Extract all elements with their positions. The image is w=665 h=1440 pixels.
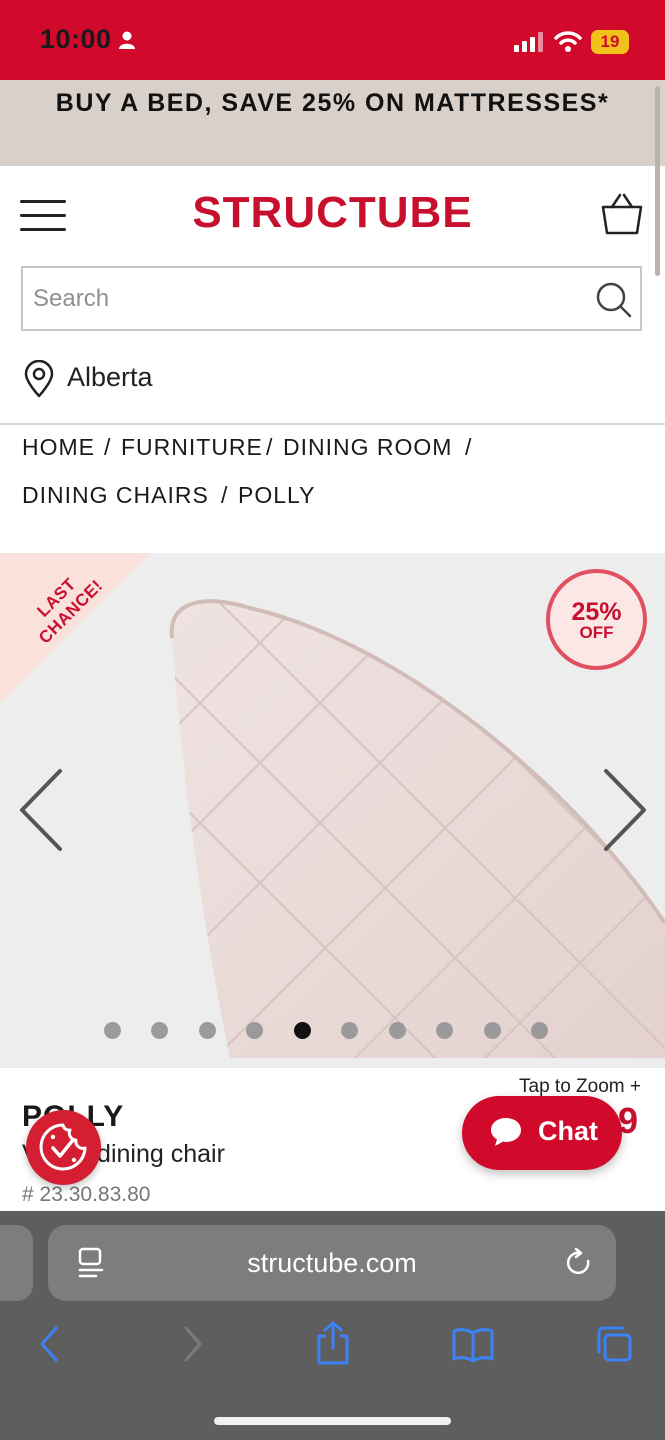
discount-badge: 25% OFF	[546, 569, 647, 670]
structube-logo[interactable]: STRUCTUBE	[0, 188, 665, 238]
battery-indicator: 19	[591, 30, 629, 54]
gallery-dot[interactable]	[198, 1022, 216, 1039]
url-text[interactable]: structube.com	[48, 1248, 616, 1279]
shopping-bag-icon[interactable]	[600, 193, 644, 235]
breadcrumb-dining-chairs[interactable]: DINING CHAIRS	[22, 482, 209, 509]
gallery-pagination[interactable]	[104, 1022, 548, 1042]
tap-to-zoom-hint[interactable]: Tap to Zoom +	[519, 1076, 641, 1098]
gallery-dot[interactable]	[341, 1022, 359, 1039]
product-sku: # 23.30.83.80	[22, 1183, 151, 1206]
reload-icon[interactable]	[564, 1248, 594, 1278]
search-input[interactable]	[31, 278, 575, 320]
person-icon	[119, 31, 135, 49]
breadcrumb-separator: /	[221, 482, 229, 508]
location-pin-icon[interactable]	[23, 360, 55, 398]
cookie-consent-button[interactable]	[26, 1110, 101, 1185]
forward-icon[interactable]	[180, 1325, 206, 1363]
gallery-dot[interactable]	[151, 1022, 169, 1039]
gallery-dot[interactable]	[104, 1022, 121, 1039]
tabs-icon[interactable]	[594, 1324, 634, 1364]
breadcrumb-furniture[interactable]: FURNITURE	[121, 434, 263, 461]
home-indicator[interactable]	[214, 1417, 451, 1425]
chat-label: Chat	[538, 1116, 598, 1146]
share-icon[interactable]	[314, 1320, 352, 1366]
breadcrumb-dining-room[interactable]: DINING ROOM	[283, 434, 452, 461]
gallery-dot[interactable]	[436, 1022, 454, 1039]
chevron-left-icon[interactable]	[12, 765, 72, 855]
previous-tab-preview[interactable]	[0, 1225, 33, 1301]
header-divider	[0, 423, 665, 425]
page-scrollbar[interactable]	[655, 86, 660, 276]
gallery-dot[interactable]	[530, 1022, 548, 1039]
location-province[interactable]: Alberta	[67, 362, 153, 393]
search-box[interactable]	[21, 266, 642, 331]
gallery-dot[interactable]	[293, 1022, 311, 1039]
bookmarks-icon[interactable]	[451, 1327, 495, 1363]
search-icon[interactable]	[595, 281, 633, 319]
cookie-icon	[39, 1123, 87, 1171]
breadcrumb-separator: /	[266, 434, 274, 460]
chat-button[interactable]: Chat	[462, 1096, 622, 1170]
breadcrumb-separator: /	[465, 434, 473, 460]
breadcrumb-home[interactable]: HOME	[22, 434, 95, 461]
back-icon[interactable]	[36, 1325, 62, 1363]
promo-text[interactable]: BUY A BED, SAVE 25% ON MATTRESSES*	[0, 89, 665, 118]
breadcrumb-current: POLLY	[238, 482, 316, 508]
chevron-right-icon[interactable]	[594, 765, 654, 855]
gallery-dot[interactable]	[483, 1022, 501, 1039]
wifi-icon	[554, 31, 582, 52]
gallery-dot[interactable]	[246, 1022, 264, 1039]
cellular-signal-icon	[514, 32, 543, 52]
breadcrumb-separator: /	[104, 434, 112, 460]
chat-bubble-icon	[491, 1118, 521, 1146]
status-time: 10:00	[40, 24, 112, 54]
gallery-dot[interactable]	[388, 1022, 406, 1039]
